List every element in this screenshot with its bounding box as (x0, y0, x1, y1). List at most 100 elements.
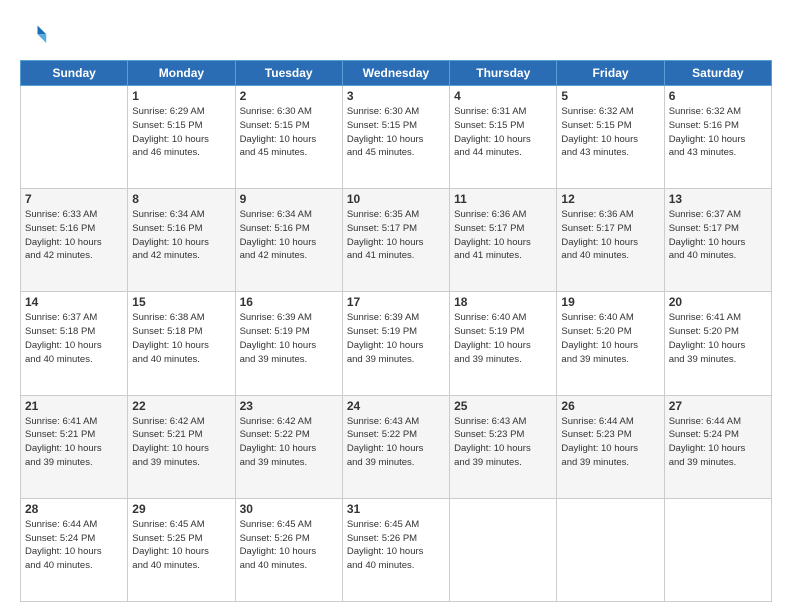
day-info: Sunrise: 6:44 AM Sunset: 5:24 PM Dayligh… (669, 415, 767, 470)
day-info: Sunrise: 6:41 AM Sunset: 5:21 PM Dayligh… (25, 415, 123, 470)
logo-icon (20, 22, 48, 50)
day-number: 28 (25, 502, 123, 516)
weekday-header: Tuesday (235, 61, 342, 86)
day-number: 18 (454, 295, 552, 309)
calendar-week-row: 21 Sunrise: 6:41 AM Sunset: 5:21 PM Dayli… (21, 395, 772, 498)
weekday-header: Monday (128, 61, 235, 86)
day-number: 21 (25, 399, 123, 413)
calendar-cell: 21 Sunrise: 6:41 AM Sunset: 5:21 PM Dayli… (21, 395, 128, 498)
day-number: 2 (240, 89, 338, 103)
calendar-cell: 13 Sunrise: 6:37 AM Sunset: 5:17 PM Dayli… (664, 189, 771, 292)
day-info: Sunrise: 6:41 AM Sunset: 5:20 PM Dayligh… (669, 311, 767, 366)
day-info: Sunrise: 6:40 AM Sunset: 5:19 PM Dayligh… (454, 311, 552, 366)
calendar-week-row: 7 Sunrise: 6:33 AM Sunset: 5:16 PM Daylig… (21, 189, 772, 292)
day-number: 13 (669, 192, 767, 206)
day-number: 3 (347, 89, 445, 103)
calendar-cell: 5 Sunrise: 6:32 AM Sunset: 5:15 PM Daylig… (557, 86, 664, 189)
weekday-header: Friday (557, 61, 664, 86)
calendar-cell: 23Sunrise: 6:42 AM Sunset: 5:22 PM Dayli… (235, 395, 342, 498)
day-number: 16 (240, 295, 338, 309)
day-info: Sunrise: 6:44 AM Sunset: 5:24 PM Dayligh… (25, 518, 123, 573)
page: SundayMondayTuesdayWednesdayThursdayFrid… (0, 0, 792, 612)
calendar-cell: 25 Sunrise: 6:43 AM Sunset: 5:23 PM Dayli… (450, 395, 557, 498)
day-info: Sunrise: 6:40 AM Sunset: 5:20 PM Dayligh… (561, 311, 659, 366)
calendar-cell: 10 Sunrise: 6:35 AM Sunset: 5:17 PM Dayli… (342, 189, 449, 292)
calendar-cell: 6Sunrise: 6:32 AM Sunset: 5:16 PM Daylig… (664, 86, 771, 189)
day-number: 17 (347, 295, 445, 309)
calendar-week-row: 1 Sunrise: 6:29 AM Sunset: 5:15 PM Daylig… (21, 86, 772, 189)
day-info: Sunrise: 6:33 AM Sunset: 5:16 PM Dayligh… (25, 208, 123, 263)
day-number: 14 (25, 295, 123, 309)
day-info: Sunrise: 6:38 AM Sunset: 5:18 PM Dayligh… (132, 311, 230, 366)
day-info: Sunrise: 6:30 AM Sunset: 5:15 PM Dayligh… (347, 105, 445, 160)
weekday-header: Sunday (21, 61, 128, 86)
day-info: Sunrise: 6:30 AM Sunset: 5:15 PM Dayligh… (240, 105, 338, 160)
calendar-cell: 12Sunrise: 6:36 AM Sunset: 5:17 PM Dayli… (557, 189, 664, 292)
day-info: Sunrise: 6:39 AM Sunset: 5:19 PM Dayligh… (240, 311, 338, 366)
calendar-week-row: 14 Sunrise: 6:37 AM Sunset: 5:18 PM Dayli… (21, 292, 772, 395)
day-number: 8 (132, 192, 230, 206)
day-number: 31 (347, 502, 445, 516)
calendar-cell: 11 Sunrise: 6:36 AM Sunset: 5:17 PM Dayli… (450, 189, 557, 292)
calendar-cell: 22 Sunrise: 6:42 AM Sunset: 5:21 PM Dayli… (128, 395, 235, 498)
calendar-cell (557, 498, 664, 601)
day-number: 10 (347, 192, 445, 206)
calendar-cell: 27 Sunrise: 6:44 AM Sunset: 5:24 PM Dayli… (664, 395, 771, 498)
day-number: 22 (132, 399, 230, 413)
day-info: Sunrise: 6:29 AM Sunset: 5:15 PM Dayligh… (132, 105, 230, 160)
calendar-cell (21, 86, 128, 189)
day-number: 5 (561, 89, 659, 103)
calendar-cell: 9 Sunrise: 6:34 AM Sunset: 5:16 PM Daylig… (235, 189, 342, 292)
calendar-cell (664, 498, 771, 601)
day-info: Sunrise: 6:36 AM Sunset: 5:17 PM Dayligh… (561, 208, 659, 263)
day-number: 27 (669, 399, 767, 413)
calendar-week-row: 28 Sunrise: 6:44 AM Sunset: 5:24 PM Dayli… (21, 498, 772, 601)
calendar-cell: 16 Sunrise: 6:39 AM Sunset: 5:19 PM Dayli… (235, 292, 342, 395)
day-info: Sunrise: 6:37 AM Sunset: 5:18 PM Dayligh… (25, 311, 123, 366)
calendar-cell: 31 Sunrise: 6:45 AM Sunset: 5:26 PM Dayli… (342, 498, 449, 601)
day-number: 7 (25, 192, 123, 206)
calendar-cell: 17 Sunrise: 6:39 AM Sunset: 5:19 PM Dayli… (342, 292, 449, 395)
day-number: 30 (240, 502, 338, 516)
day-number: 15 (132, 295, 230, 309)
day-info: Sunrise: 6:32 AM Sunset: 5:15 PM Dayligh… (561, 105, 659, 160)
day-info: Sunrise: 6:36 AM Sunset: 5:17 PM Dayligh… (454, 208, 552, 263)
day-number: 9 (240, 192, 338, 206)
day-number: 1 (132, 89, 230, 103)
day-number: 6 (669, 89, 767, 103)
day-info: Sunrise: 6:43 AM Sunset: 5:23 PM Dayligh… (454, 415, 552, 470)
logo (20, 22, 53, 50)
day-info: Sunrise: 6:31 AM Sunset: 5:15 PM Dayligh… (454, 105, 552, 160)
calendar-cell: 7 Sunrise: 6:33 AM Sunset: 5:16 PM Daylig… (21, 189, 128, 292)
calendar-cell: 15 Sunrise: 6:38 AM Sunset: 5:18 PM Dayli… (128, 292, 235, 395)
day-info: Sunrise: 6:37 AM Sunset: 5:17 PM Dayligh… (669, 208, 767, 263)
day-number: 29 (132, 502, 230, 516)
day-number: 11 (454, 192, 552, 206)
day-number: 25 (454, 399, 552, 413)
day-info: Sunrise: 6:39 AM Sunset: 5:19 PM Dayligh… (347, 311, 445, 366)
weekday-header: Wednesday (342, 61, 449, 86)
day-info: Sunrise: 6:45 AM Sunset: 5:26 PM Dayligh… (240, 518, 338, 573)
day-info: Sunrise: 6:43 AM Sunset: 5:22 PM Dayligh… (347, 415, 445, 470)
weekday-header-row: SundayMondayTuesdayWednesdayThursdayFrid… (21, 61, 772, 86)
calendar-cell: 1 Sunrise: 6:29 AM Sunset: 5:15 PM Daylig… (128, 86, 235, 189)
calendar-cell: 20 Sunrise: 6:41 AM Sunset: 5:20 PM Dayli… (664, 292, 771, 395)
day-info: Sunrise: 6:34 AM Sunset: 5:16 PM Dayligh… (240, 208, 338, 263)
day-info: Sunrise: 6:45 AM Sunset: 5:25 PM Dayligh… (132, 518, 230, 573)
calendar-cell: 2 Sunrise: 6:30 AM Sunset: 5:15 PM Daylig… (235, 86, 342, 189)
calendar-cell: 26Sunrise: 6:44 AM Sunset: 5:23 PM Dayli… (557, 395, 664, 498)
calendar-cell: 19Sunrise: 6:40 AM Sunset: 5:20 PM Dayli… (557, 292, 664, 395)
day-number: 24 (347, 399, 445, 413)
calendar-cell: 24 Sunrise: 6:43 AM Sunset: 5:22 PM Dayli… (342, 395, 449, 498)
day-info: Sunrise: 6:42 AM Sunset: 5:21 PM Dayligh… (132, 415, 230, 470)
weekday-header: Thursday (450, 61, 557, 86)
day-info: Sunrise: 6:45 AM Sunset: 5:26 PM Dayligh… (347, 518, 445, 573)
day-info: Sunrise: 6:34 AM Sunset: 5:16 PM Dayligh… (132, 208, 230, 263)
weekday-header: Saturday (664, 61, 771, 86)
day-number: 20 (669, 295, 767, 309)
calendar-cell: 29 Sunrise: 6:45 AM Sunset: 5:25 PM Dayli… (128, 498, 235, 601)
calendar-cell: 28 Sunrise: 6:44 AM Sunset: 5:24 PM Dayli… (21, 498, 128, 601)
calendar-table: SundayMondayTuesdayWednesdayThursdayFrid… (20, 60, 772, 602)
day-info: Sunrise: 6:35 AM Sunset: 5:17 PM Dayligh… (347, 208, 445, 263)
calendar-cell: 14 Sunrise: 6:37 AM Sunset: 5:18 PM Dayli… (21, 292, 128, 395)
